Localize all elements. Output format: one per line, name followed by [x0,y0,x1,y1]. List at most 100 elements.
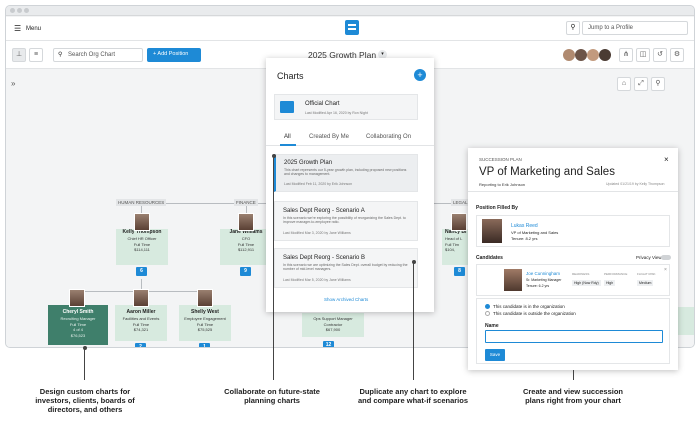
chart-description: In this scenario we're exploring the pos… [283,216,406,225]
report-count-badge[interactable]: 8 [454,267,465,276]
department-label: HUMAN RESOURCES [116,199,167,206]
radio-in-org[interactable] [485,304,490,309]
holder-name[interactable]: Lukas Reed [511,223,538,229]
close-icon[interactable]: × [664,267,667,273]
avatar [504,269,522,291]
chart-list-item[interactable]: 2025 Growth Plan This chart represents o… [274,154,418,192]
charts-panel-title: Charts [277,71,304,81]
succession-panel: SUCCESSION PLAN × VP of Marketing and Sa… [468,148,678,370]
avatar [482,219,502,243]
feature-caption: Duplicate any chart to explore and compa… [357,387,469,405]
official-chart-item[interactable]: Official Chart Last Modified Apr 16, 202… [274,94,418,120]
pointer-line [273,156,274,380]
report-count-badge[interactable]: 2 [135,343,146,347]
position-salary: $76,523 [70,332,86,338]
column-header: PERFORMANCE [604,272,628,276]
name-input[interactable] [485,330,663,343]
readiness-select[interactable]: High (Now Rdy) [572,280,601,286]
window-titlebar [6,6,694,16]
home-icon[interactable]: ⌂ [617,77,631,91]
avatar[interactable] [599,49,611,61]
close-icon[interactable]: × [664,155,669,164]
hamburger-icon[interactable]: ☰ [14,25,21,33]
charts-tabs: All Created By Me Collaborating On [266,128,434,146]
avatar [451,213,467,231]
avatar[interactable] [575,49,587,61]
candidate-name[interactable]: Joe Cunningham [526,271,560,276]
add-chart-button[interactable]: + [414,69,426,81]
chart-meta: Last Modified Mar 5, 2020 by Jane Willia… [283,278,351,282]
layers-icon[interactable]: ◫ [636,48,650,62]
position-salary: $74,321 [133,327,149,332]
position-title: Employee Engagement [184,316,226,321]
holder-title: VP of Marketing and Sales [511,230,559,235]
chart-meta: Last Modified Apr 16, 2020 by Ron Night [305,111,368,115]
position-holder-card[interactable]: Lukas Reed VP of Marketing and Sales Ten… [476,215,670,247]
tab-all[interactable]: All [284,134,291,141]
avatar[interactable] [563,49,575,61]
flight-risk-select[interactable]: Medium [637,280,654,286]
panel-label: SUCCESSION PLAN [479,157,522,162]
position-salary: $114,111 [134,247,150,252]
position-salary: $104, [445,247,456,252]
chart-description: In this scenario we are optimizing the S… [283,263,408,272]
avatar [238,213,254,231]
radio-out-org[interactable] [485,311,490,316]
search-icon[interactable]: ⚲ [566,21,580,35]
position-card[interactable]: Cheryl Smith Recruiting Manager Full Tim… [48,305,108,345]
section-label: Position Filled By [476,205,518,211]
chart-meta: Last Modified Mar 3, 2020 by Jane Willia… [283,231,351,235]
list-view-icon[interactable]: ≡ [29,48,43,62]
column-header: FLIGHT RISK [637,272,656,276]
menu-label[interactable]: Menu [26,26,41,33]
avatar [133,289,149,307]
report-count-badge[interactable]: 9 [240,267,251,276]
position-card[interactable]: Nancy Bl Head of L Full Tim $104, [442,229,470,265]
tab-created-by-me[interactable]: Created By Me [309,134,349,141]
column-header: READINESS [572,272,590,276]
report-count-badge[interactable]: 6 [136,267,147,276]
feature-caption: Design custom charts for investors, clie… [35,387,135,414]
chart-list-item[interactable]: Sales Dept Reorg - Scenario A In this sc… [274,201,418,241]
position-card[interactable]: Kelly Thompson Chief HR Officer Full Tim… [116,229,168,265]
tab-collaborating-on[interactable]: Collaborating On [366,134,411,141]
save-button[interactable]: Save [485,349,505,361]
settings-icon[interactable]: ⚙ [670,48,684,62]
logo-icon [345,20,359,35]
feature-caption: Collaborate on future-state planning cha… [224,387,320,405]
report-count-badge[interactable]: 1 [199,343,210,347]
chart-name: Official Chart [305,101,340,107]
expand-panel-icon[interactable]: » [11,79,15,88]
privacy-toggle[interactable] [661,255,671,260]
department-label: LEGAL [451,199,470,206]
chart-list-item[interactable]: Sales Dept Reorg - Scenario B In this sc… [274,248,418,288]
chart-name: Sales Dept Reorg - Scenario B [283,255,366,261]
add-position-button[interactable]: + Add Position [153,51,188,58]
position-title: VP of Marketing and Sales [479,166,615,178]
chart-description: This chart represents our 5-year growth … [284,168,407,177]
pointer-line [573,370,574,380]
position-name: Cheryl Smith [62,309,94,315]
search-org-chart-input[interactable]: Search Org Chart [68,52,115,59]
avatar[interactable] [587,49,599,61]
avatar [134,213,150,231]
position-card[interactable]: Shelly West Employee Engagement Full Tim… [179,305,231,341]
chart-view-icon[interactable]: ⊥ [12,48,26,62]
history-icon[interactable]: ↺ [653,48,667,62]
position-card[interactable]: Aaron Miller Facilities and Events Full … [115,305,167,341]
jump-to-profile-input[interactable]: Jump to a Profile [588,25,633,32]
candidate-card[interactable]: Joe Cunningham Sr. Marketing Manager Ten… [476,264,670,296]
show-archived-link[interactable]: Show Archived Charts [324,297,368,302]
share-icon[interactable]: ⋔ [619,48,633,62]
avatar [197,289,213,307]
position-name: Shelly West [191,309,219,315]
zoom-icon[interactable]: ⚲ [651,77,665,91]
fullscreen-icon[interactable]: ⤢ [634,77,648,91]
reporting-to: Reporting to Erik Johnson [479,182,526,187]
position-card[interactable]: Ops Support Manager Contractor $67,900 [302,313,364,337]
report-count-badge[interactable]: 12 [323,341,334,347]
performance-select[interactable]: High [604,280,616,286]
position-card[interactable]: Jane Williams CFO Full Time $112,911 [220,229,272,265]
position-name: Aaron Miller [126,309,156,315]
position-salary: $67,900 [325,327,341,332]
